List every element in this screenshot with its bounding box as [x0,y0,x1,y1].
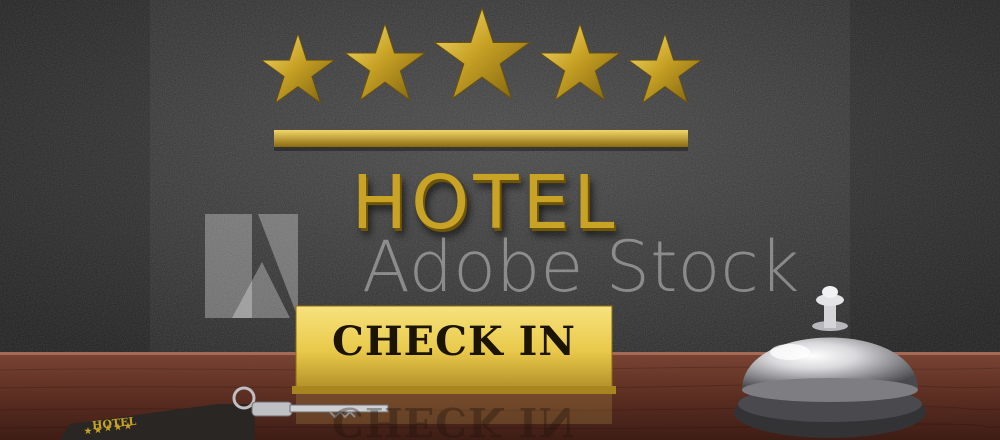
watermark-text: Adobe Stock [362,226,800,308]
star-icon [343,22,427,102]
gold-divider-bar [274,130,688,147]
check-in-text: CHECK IN [332,318,576,365]
check-in-reflection: CHECK IN [332,398,576,440]
adobe-logo-icon [205,214,298,318]
service-bell-icon [734,286,926,438]
star-icon [260,32,336,104]
star-icon [538,22,622,102]
star-icon [627,32,703,104]
hotel-reception-photo: HOTEL Adobe Stock CHECK IN CHECK IN HOTE… [0,0,1000,440]
star-icon [432,6,532,100]
